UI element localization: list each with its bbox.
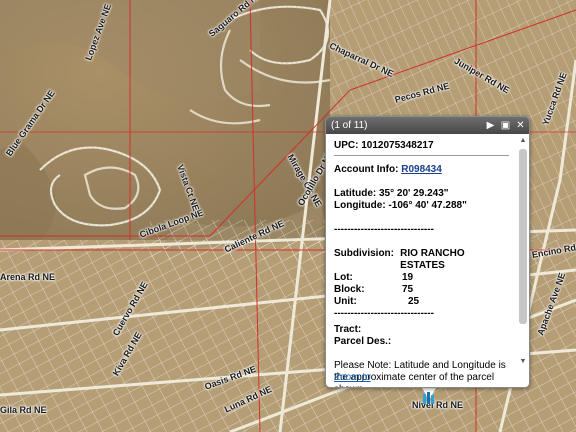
subdivision-value: RIO RANCHO ESTATES <box>400 248 465 271</box>
lot-label: Lot: <box>334 272 353 283</box>
unit-value: 25 <box>408 296 420 307</box>
unit-label: Unit: <box>334 296 357 307</box>
lot-value: 19 <box>402 272 414 283</box>
upc-line: UPC: 1012075348217 <box>334 140 434 151</box>
popup-title: (1 of 11) <box>331 120 368 131</box>
popup-scrollbar[interactable]: ▲ ▼ <box>518 136 528 367</box>
play-icon[interactable]: ▶ <box>485 117 496 134</box>
block-label: Block: <box>334 284 365 295</box>
location-marker-icon <box>423 392 434 404</box>
divider <box>334 155 509 156</box>
block-value: 75 <box>402 284 414 295</box>
account-label: Account Info: <box>334 164 402 175</box>
scroll-up-icon[interactable]: ▲ <box>518 136 528 146</box>
street-label: Nivel Rd NE <box>412 400 464 410</box>
street-label: Gila Rd NE <box>0 405 47 415</box>
latitude-line: Latitude: 35° 20' 29.243" <box>334 188 449 199</box>
popup-content: UPC: 1012075348217 Account Info: R098434… <box>326 134 517 387</box>
tract-label: Tract: <box>334 324 362 335</box>
popup-title-bar: (1 of 11) ▶ ▣ ✕ <box>326 117 529 134</box>
close-icon[interactable]: ✕ <box>515 117 526 134</box>
separator-line: ------------------------------ <box>334 308 434 319</box>
scroll-down-icon[interactable]: ▼ <box>518 357 528 367</box>
subdivision-label: Subdivision: <box>334 248 394 259</box>
parcel-des-label: Parcel Des.: <box>334 336 392 347</box>
street-label: Arena Rd NE <box>0 272 56 282</box>
separator-line: ------------------------------ <box>334 224 434 235</box>
account-link[interactable]: R098434 <box>401 164 442 175</box>
maximize-icon[interactable]: ▣ <box>500 117 511 134</box>
parcel-info-popup: (1 of 11) ▶ ▣ ✕ UPC: 1012075348217 Accou… <box>325 116 530 388</box>
zoom-to-link[interactable]: Zoom to <box>334 372 371 383</box>
longitude-line: Longitude: -106° 40' 47.288" <box>334 200 467 211</box>
scroll-thumb[interactable] <box>519 149 527 324</box>
